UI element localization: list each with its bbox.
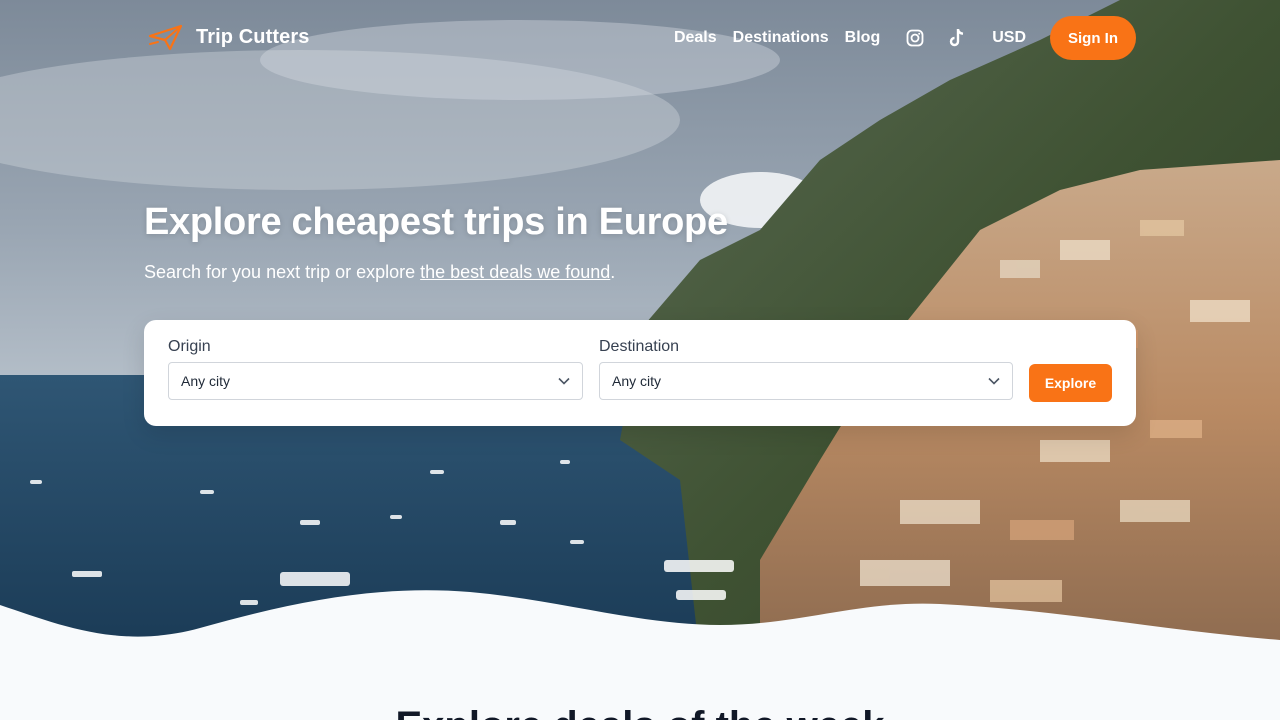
instagram-icon[interactable] [904, 27, 926, 49]
currency-selector[interactable]: USD [992, 29, 1026, 47]
tiktok-icon[interactable] [946, 27, 968, 49]
origin-label: Origin [168, 338, 211, 355]
top-navbar: Trip Cutters Deals Destinations Blog USD… [0, 0, 1280, 76]
hero-subtitle-text: Search for you next trip or explore [144, 262, 421, 282]
destination-select[interactable]: Any city [599, 362, 1013, 400]
nav-links: Deals Destinations Blog USD Sign In [658, 16, 1136, 60]
paper-plane-icon [148, 24, 183, 51]
destination-field: Destination Any city [599, 338, 1013, 400]
chevron-down-icon [988, 377, 1000, 385]
hero-subtitle: Search for you next trip or explore the … [144, 262, 615, 283]
origin-select[interactable]: Any city [168, 362, 583, 400]
destination-value: Any city [612, 373, 662, 389]
brand-logo[interactable]: Trip Cutters [148, 22, 309, 52]
hero-subtitle-suffix: . [610, 262, 616, 282]
destination-label: Destination [599, 338, 680, 355]
nav-link-destinations[interactable]: Destinations [733, 29, 829, 47]
best-deals-link[interactable]: the best deals we found [420, 262, 610, 282]
sign-in-button[interactable]: Sign In [1050, 16, 1136, 60]
search-card: Origin Any city Destination Any city Exp… [144, 320, 1136, 426]
hero-title: Explore cheapest trips in Europe [144, 201, 728, 243]
nav-link-blog[interactable]: Blog [845, 29, 881, 47]
origin-field: Origin Any city [168, 338, 583, 400]
origin-value: Any city [181, 373, 231, 389]
chevron-down-icon [558, 377, 570, 385]
explore-button[interactable]: Explore [1029, 364, 1112, 402]
nav-link-deals[interactable]: Deals [674, 29, 717, 47]
brand-name: Trip Cutters [196, 25, 310, 48]
section-title: Explore deals of the week [0, 704, 1280, 720]
